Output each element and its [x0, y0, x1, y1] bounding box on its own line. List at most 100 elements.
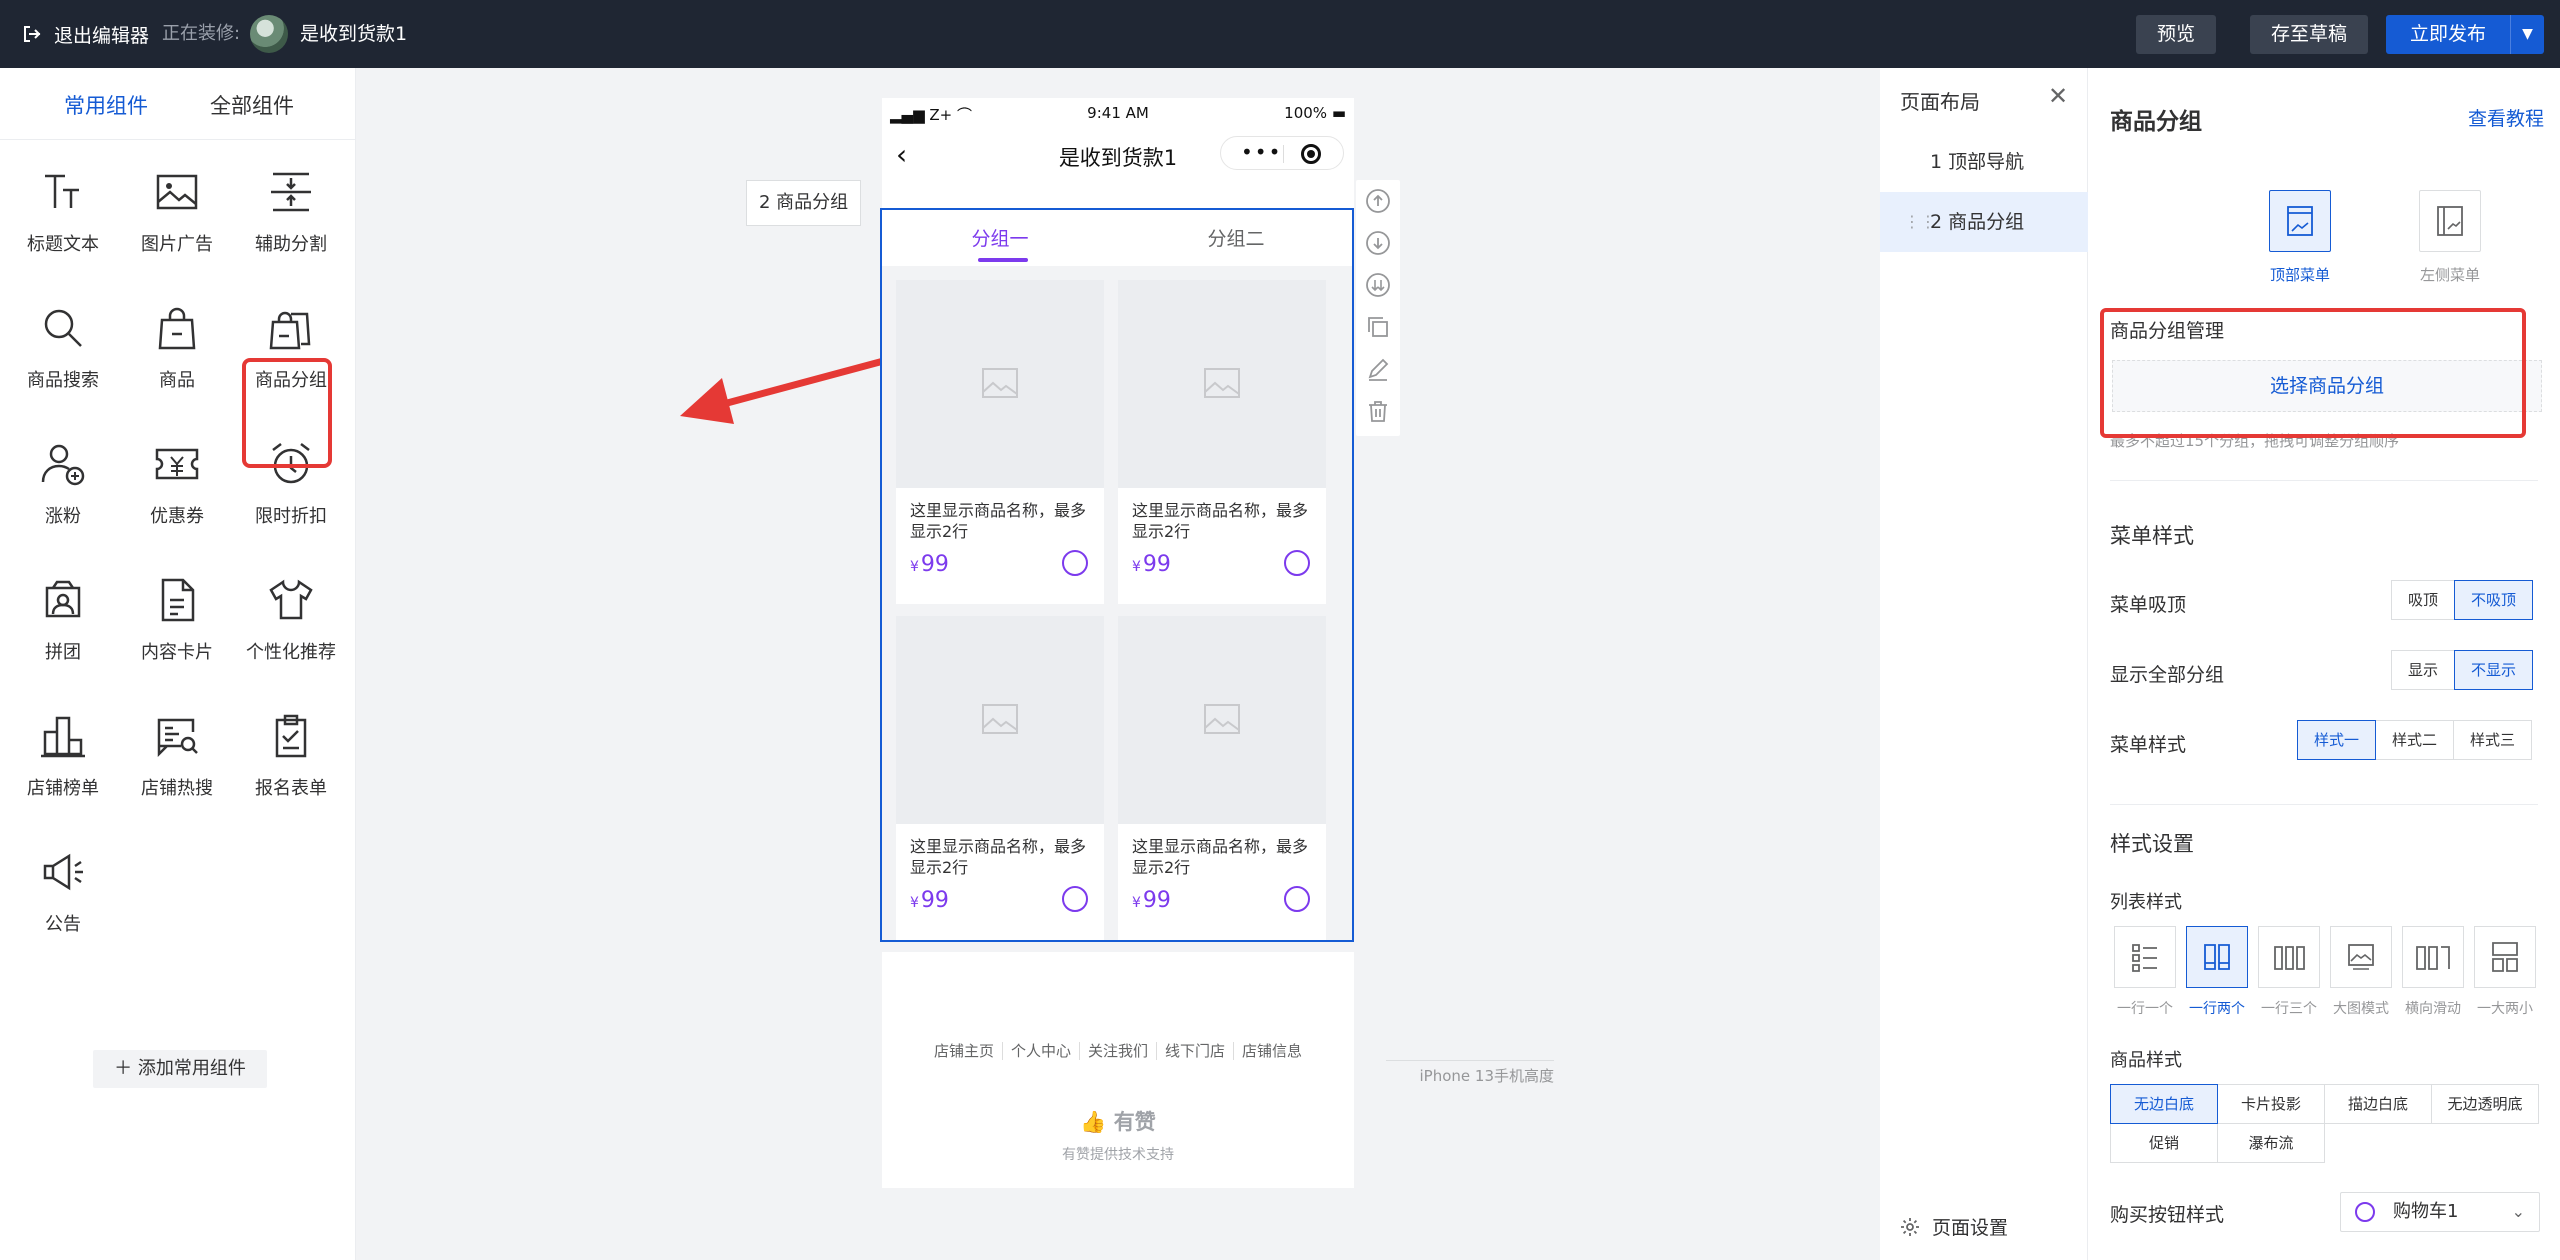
close-icon[interactable]: ✕	[2048, 82, 2068, 110]
mini-program-capsule[interactable]: •••	[1220, 136, 1344, 170]
cart-icon	[2355, 1202, 2375, 1222]
goods-style-option[interactable]: 卡片投影	[2217, 1084, 2325, 1124]
component-goods[interactable]: 商品	[118, 304, 236, 414]
drag-handle-icon[interactable]: ⋮⋮	[1904, 192, 1936, 252]
cart-icon[interactable]	[1062, 550, 1088, 576]
move-bottom-icon[interactable]	[1365, 272, 1391, 298]
chevron-down-icon: ⌄	[2511, 1202, 2525, 1221]
component-image-ad[interactable]: 图片广告	[118, 168, 236, 278]
layout-item-label: 2 商品分组	[1930, 211, 2025, 233]
publish-button[interactable]: 立即发布	[2386, 15, 2510, 54]
component-label: 内容卡片	[141, 642, 213, 663]
footer-link[interactable]: 关注我们	[1078, 1042, 1156, 1060]
menu-style-option-2[interactable]: 样式二	[2375, 720, 2455, 760]
style-settings-section-title: 样式设置	[2110, 832, 2194, 856]
component-content-card[interactable]: 内容卡片	[118, 576, 236, 686]
save-draft-button[interactable]: 存至草稿	[2250, 15, 2368, 54]
product-price: ¥99	[910, 888, 949, 913]
menu-style-option-3[interactable]: 样式三	[2453, 720, 2533, 760]
image-ad-icon	[156, 174, 198, 210]
goods-style-option[interactable]: 促销	[2110, 1123, 2218, 1163]
layout-item-goods-group[interactable]: ⋮⋮ 2 商品分组	[1880, 192, 2088, 252]
editing-label: 正在装修:	[162, 23, 241, 44]
product-image-placeholder	[896, 280, 1104, 488]
goods-group-component[interactable]: 分组一 分组二 这里显示商品名称，最多显示2行 ¥99 这里显示商品名称，最多显…	[882, 210, 1354, 952]
show-option[interactable]: 显示	[2391, 650, 2456, 690]
product-card[interactable]: 这里显示商品名称，最多显示2行 ¥99	[896, 280, 1104, 604]
list-style-two-per-row[interactable]: 一行两个	[2184, 926, 2250, 1018]
goods-style-option[interactable]: 描边白底	[2324, 1084, 2432, 1124]
goods-style-option[interactable]: 无边透明底	[2431, 1084, 2539, 1124]
component-hot-search[interactable]: 店铺热搜	[118, 712, 236, 822]
bar-chart-icon	[41, 716, 85, 758]
move-up-icon[interactable]	[1365, 188, 1391, 214]
list-style-big-image[interactable]: 大图模式	[2328, 926, 2394, 1018]
component-group-buy[interactable]: 拼团	[4, 576, 122, 686]
product-card[interactable]: 这里显示商品名称，最多显示2行 ¥99	[1118, 280, 1326, 604]
component-add-fans[interactable]: 涨粉	[4, 440, 122, 550]
move-down-icon[interactable]	[1365, 230, 1391, 256]
component-tag[interactable]: 2 商品分组	[746, 180, 862, 226]
buy-button-style-select[interactable]: 购物车1 ⌄	[2340, 1192, 2540, 1232]
component-announcement[interactable]: 公告	[4, 848, 122, 958]
component-label: 店铺热搜	[141, 778, 213, 799]
edit-icon[interactable]	[1365, 356, 1391, 382]
list-three-icon	[2258, 926, 2320, 988]
product-name: 这里显示商品名称，最多显示2行	[910, 501, 1087, 541]
not-sticky-option[interactable]: 不吸顶	[2454, 580, 2534, 620]
product-image-placeholder	[896, 616, 1104, 824]
component-goods-search[interactable]: 商品搜索	[4, 304, 122, 414]
footer-link[interactable]: 店铺信息	[1233, 1042, 1311, 1060]
list-style-one-big-two-small[interactable]: 一大两小	[2472, 926, 2538, 1018]
cart-icon[interactable]	[1284, 550, 1310, 576]
footer-link[interactable]: 个人中心	[1001, 1042, 1079, 1060]
footer-link[interactable]: 店铺主页	[926, 1042, 1002, 1060]
delete-icon[interactable]	[1365, 398, 1391, 424]
component-tabs: 常用组件 全部组件	[0, 68, 356, 140]
layout-item-top-nav[interactable]: 1 顶部导航	[1880, 132, 2088, 192]
active-tab-indicator	[978, 258, 1028, 262]
add-common-components-button[interactable]: ＋ 添加常用组件	[93, 1050, 267, 1088]
copy-icon[interactable]	[1365, 314, 1391, 340]
menu-type-left[interactable]: 左侧菜单	[2400, 190, 2500, 285]
preview-button[interactable]: 预览	[2136, 15, 2216, 54]
tab-common-components[interactable]: 常用组件	[64, 90, 148, 120]
horizontal-scroll-icon	[2402, 926, 2464, 988]
highlight-box	[242, 358, 332, 468]
component-title-text[interactable]: 标题文本	[4, 168, 122, 278]
top-bar: 退出编辑器 正在装修: 是收到货款1 预览 存至草稿 立即发布 ▼	[0, 0, 2560, 68]
view-tutorial-link[interactable]: 查看教程	[2468, 104, 2544, 131]
list-style-one-per-row[interactable]: 一行一个	[2112, 926, 2178, 1018]
component-coupon[interactable]: 优惠券	[118, 440, 236, 550]
image-placeholder-icon	[982, 704, 1018, 734]
page-layout-panel: 页面布局 ✕ 1 顶部导航 ⋮⋮ 2 商品分组 页面设置	[1880, 68, 2088, 1260]
group-tab-2[interactable]: 分组二	[1118, 224, 1354, 251]
list-style-horizontal-scroll[interactable]: 横向滑动	[2400, 926, 2466, 1018]
component-shop-ranking[interactable]: 店铺榜单	[4, 712, 122, 822]
list-style-three-per-row[interactable]: 一行三个	[2256, 926, 2322, 1018]
goods-style-option[interactable]: 无边白底	[2110, 1084, 2218, 1124]
product-card[interactable]: 这里显示商品名称，最多显示2行 ¥99	[1118, 616, 1326, 940]
exit-editor-button[interactable]: 退出编辑器	[22, 20, 149, 48]
cart-icon[interactable]	[1062, 886, 1088, 912]
tab-all-components[interactable]: 全部组件	[210, 90, 294, 120]
list-one-icon	[2114, 926, 2176, 988]
product-image-placeholder	[1118, 616, 1326, 824]
sticky-option[interactable]: 吸顶	[2391, 580, 2456, 620]
publish-dropdown-button[interactable]: ▼	[2510, 15, 2544, 54]
divider	[2110, 480, 2538, 481]
menu-type-top[interactable]: 顶部菜单	[2250, 190, 2350, 285]
component-label: 限时折扣	[255, 506, 327, 527]
component-sign-up-form[interactable]: 报名表单	[232, 712, 350, 822]
menu-style-option-1[interactable]: 样式一	[2297, 720, 2377, 760]
group-tab-1[interactable]: 分组一	[882, 224, 1118, 251]
cart-icon[interactable]	[1284, 886, 1310, 912]
hide-option[interactable]: 不显示	[2454, 650, 2534, 690]
component-personal-recommend[interactable]: 个性化推荐	[232, 576, 350, 686]
footer-link[interactable]: 线下门店	[1156, 1042, 1234, 1060]
product-card[interactable]: 这里显示商品名称，最多显示2行 ¥99	[896, 616, 1104, 940]
page-settings-button[interactable]: 页面设置	[1900, 1213, 2008, 1240]
goods-style-option[interactable]: 瀑布流	[2217, 1123, 2325, 1163]
component-label: 图片广告	[141, 234, 213, 255]
component-divider[interactable]: 辅助分割	[232, 168, 350, 278]
